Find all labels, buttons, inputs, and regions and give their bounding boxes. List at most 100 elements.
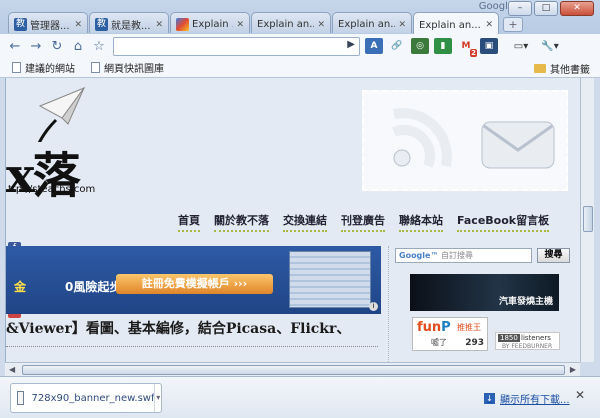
tab-3[interactable]: Explain ... ✕ <box>170 12 250 33</box>
home-button[interactable]: ⌂ <box>69 37 87 55</box>
site-logo-url: ttp://steachs com <box>8 184 96 195</box>
tab-1[interactable]: 教 管理器... ✕ <box>8 12 88 33</box>
tab-title: Explain an... <box>257 19 315 30</box>
tab-close-icon[interactable]: ✕ <box>317 20 325 30</box>
screenshot-extension-icon[interactable]: ▣ <box>480 38 498 54</box>
vertical-scroll-thumb[interactable] <box>583 206 593 232</box>
download-shelf: 728x90_banner_new.swf ▾ ↓ 顯示所有下載... ✕ <box>0 376 600 418</box>
page-icon <box>12 62 21 73</box>
nav-link-exchange[interactable]: 交換連結 <box>283 212 327 232</box>
other-bookmarks-label: 其他書籤 <box>550 65 590 76</box>
bookmarks-bar: 建議的網站 網頁快訊圖庫 其他書籤 <box>0 58 600 78</box>
ad-info-icon[interactable]: i <box>369 302 378 311</box>
link-extension-icon[interactable]: 🔗 <box>388 38 406 54</box>
reload-button[interactable]: ↻ <box>48 37 66 55</box>
window-controls: – □ ✕ <box>508 1 594 16</box>
tab-2[interactable]: 教 就是教... ✕ <box>89 12 169 33</box>
tab-close-icon[interactable]: ✕ <box>398 20 406 30</box>
funp-logo: funP <box>417 320 451 335</box>
vertical-scrollbar[interactable] <box>580 78 594 362</box>
search-button[interactable]: 搜尋 <box>537 248 570 263</box>
forward-button[interactable]: → <box>27 37 45 55</box>
funp-count: 293 <box>465 338 484 348</box>
banner-text-b: 0風險起步 <box>65 280 122 294</box>
tab-4[interactable]: Explain an... ✕ <box>251 12 331 33</box>
tab-close-icon[interactable]: ✕ <box>155 20 163 30</box>
rss-feed-icon[interactable] <box>392 108 452 168</box>
tab-close-icon[interactable]: ✕ <box>236 20 244 30</box>
search-placeholder: 自訂搜尋 <box>441 251 473 260</box>
banner-text-a: 金 <box>14 280 27 294</box>
horizontal-scrollbar[interactable]: ◀ ▶ <box>5 362 580 376</box>
tab-5[interactable]: Explain an... ✕ <box>332 12 412 33</box>
address-bar[interactable]: ▶ <box>113 36 360 56</box>
google-search-brand: Google™ <box>399 251 439 260</box>
show-all-downloads-link[interactable]: ↓ 顯示所有下載... <box>484 391 570 406</box>
email-subscribe-icon[interactable] <box>481 121 555 169</box>
funp-subtitle: 推推王 <box>457 323 481 332</box>
teach-favicon-icon: 教 <box>95 18 108 31</box>
download-arrow-icon: ↓ <box>484 393 495 404</box>
translate-extension-icon[interactable]: A <box>365 38 383 54</box>
back-button[interactable]: ← <box>6 37 24 55</box>
ad-banner[interactable]: 金 0風險起步 註冊免費模擬帳戶 ››› i <box>6 246 381 314</box>
bookmark-label: 建議的網站 <box>25 64 75 75</box>
nav-contact[interactable]: 聯絡本站 <box>399 212 443 232</box>
sidebar-divider <box>388 246 389 362</box>
funp-label: 噓了 <box>431 338 447 347</box>
scroll-right-icon[interactable]: ▶ <box>570 365 576 374</box>
feedburner-counter[interactable]: 1850 listeners BY FEEDBURNER <box>495 332 560 350</box>
bookmark-web-slice-gallery[interactable]: 網頁快訊圖庫 <box>91 60 164 75</box>
site-navigation: 首頁 關於教不落 交換連結 刊登廣告 聯絡本站 FaceBook留言板 <box>178 212 550 232</box>
title-bar: 教 管理器... ✕ 教 就是教... ✕ Explain ... ✕ Expl… <box>0 0 600 34</box>
car-ad-banner[interactable]: 汽車發燒主機 <box>410 274 559 311</box>
bookmark-suggested-sites[interactable]: 建議的網站 <box>12 60 75 75</box>
close-download-shelf-button[interactable]: ✕ <box>575 388 585 402</box>
tab-close-icon[interactable]: ✕ <box>485 20 493 30</box>
other-bookmarks[interactable]: 其他書籤 <box>534 61 590 76</box>
download-item[interactable]: 728x90_banner_new.swf ▾ <box>10 383 162 413</box>
nav-advertise[interactable]: 刊登廣告 <box>341 212 385 232</box>
new-tab-button[interactable]: + <box>503 17 523 32</box>
scroll-left-icon[interactable]: ◀ <box>9 365 15 374</box>
minimize-button[interactable]: – <box>508 1 532 16</box>
funp-widget[interactable]: funP 推推王 噓了 293 <box>412 317 488 351</box>
go-icon[interactable]: ▶ <box>347 39 355 50</box>
tab-title: 管理器... <box>30 21 70 32</box>
nav-about[interactable]: 關於教不落 <box>214 212 269 232</box>
nav-home[interactable]: 首頁 <box>178 212 200 232</box>
page-menu-button[interactable]: ▭▾ <box>510 37 532 55</box>
page-icon <box>91 62 100 73</box>
page-viewport: x落 ttp://steachs com 首頁 關於教不落 交換連結 刊登廣告 … <box>5 78 580 362</box>
download-filename: 728x90_banner_new.swf <box>31 392 155 404</box>
tab-strip: 教 管理器... ✕ 教 就是教... ✕ Explain ... ✕ Expl… <box>8 12 523 34</box>
bookmark-star-button[interactable]: ☆ <box>90 37 108 55</box>
article-title-link[interactable]: &Viewer】看圖、基本編修，結合Picasa、Flickr、 <box>6 318 350 338</box>
teach-favicon-icon: 教 <box>14 18 27 31</box>
file-icon <box>17 391 24 405</box>
horizontal-scroll-thumb[interactable] <box>22 365 565 375</box>
folder-icon <box>534 64 546 73</box>
banner-register-button[interactable]: 註冊免費模擬帳戶 ››› <box>116 274 273 294</box>
download-menu-chevron-icon[interactable]: ▾ <box>154 384 161 412</box>
nav-facebook[interactable]: FaceBook留言板 <box>457 212 550 232</box>
custom-search-input[interactable]: Google™ 自訂搜尋 <box>395 248 532 263</box>
wrench-menu-button[interactable]: 🔧▾ <box>539 37 561 55</box>
bookmark-label: 網頁快訊圖庫 <box>104 64 164 75</box>
gmail-unread-badge: 2 <box>470 49 477 57</box>
gmail-extension-icon[interactable]: M 2 <box>457 38 477 57</box>
banner-screenshot-image <box>289 251 371 308</box>
rss-and-email-icons <box>392 108 555 169</box>
close-window-button[interactable]: ✕ <box>560 1 594 16</box>
tab-close-icon[interactable]: ✕ <box>74 20 82 30</box>
site-logo-text[interactable]: x落 <box>6 136 81 206</box>
tab-title: 就是教... <box>111 21 151 32</box>
tab-6-active[interactable]: Explain an... ✕ <box>413 12 499 34</box>
show-all-label: 顯示所有下載... <box>500 395 570 406</box>
maximize-button[interactable]: □ <box>534 1 558 16</box>
listener-count: 1850 <box>498 334 520 342</box>
paper-plane-logo-icon <box>37 86 86 142</box>
evernote-extension-icon[interactable]: ▮ <box>434 38 452 54</box>
extension-icon[interactable]: ◎ <box>411 38 429 54</box>
tab-title: Explain an... <box>419 19 481 31</box>
